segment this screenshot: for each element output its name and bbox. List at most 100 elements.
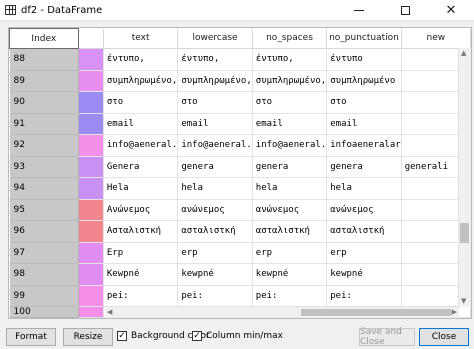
no-spaces-cell[interactable]: email <box>252 113 328 135</box>
scroll-down-icon[interactable]: ▼ <box>461 296 466 307</box>
color-swatch-cell[interactable] <box>78 220 104 243</box>
no-punctuation-cell[interactable]: genera <box>326 156 402 178</box>
no-spaces-cell[interactable]: erp <box>252 242 328 264</box>
lowercase-cell[interactable]: info@aeneral. <box>177 134 253 157</box>
row-index-cell[interactable]: 91 <box>9 113 79 135</box>
text-cell[interactable]: Ανώνεμος <box>103 199 179 221</box>
text-cell[interactable]: Hela <box>103 177 179 200</box>
lowercase-cell[interactable]: έντυπο, <box>177 48 253 71</box>
row-index-cell[interactable]: 89 <box>9 70 79 92</box>
lowercase-cell[interactable]: erp <box>177 242 253 264</box>
lowercase-cell[interactable]: kewpné <box>177 263 253 286</box>
save-and-close-button[interactable]: Save and Close <box>359 327 415 347</box>
text-cell[interactable]: Ασταλιστκή <box>103 220 179 243</box>
row-index-cell[interactable]: 90 <box>9 91 79 114</box>
table-row[interactable]: 98 Kewpné kewpné kewpné kewpné <box>9 263 471 286</box>
no-spaces-cell[interactable]: στο <box>252 91 328 114</box>
row-index-cell[interactable]: 96 <box>9 220 79 243</box>
no-spaces-cell[interactable]: έντυπο, <box>252 48 328 71</box>
row-index-cell[interactable]: 94 <box>9 177 79 200</box>
close-window-button[interactable]: ✕ <box>428 0 474 20</box>
horizontal-scroll-thumb[interactable] <box>301 309 451 316</box>
no-punctuation-cell[interactable]: στο <box>326 91 402 114</box>
text-cell[interactable]: pei: <box>103 285 179 307</box>
text-cell[interactable]: Erp <box>103 242 179 264</box>
table-row[interactable]: 90 στο στο στο στο <box>9 91 471 114</box>
color-swatch-cell[interactable] <box>78 242 104 264</box>
row-index-cell[interactable]: 88 <box>9 48 79 71</box>
no-punctuation-cell[interactable]: kewpné <box>326 263 402 286</box>
format-button[interactable]: Format <box>6 328 56 346</box>
column-header-index[interactable]: Index <box>9 28 79 49</box>
column-header-text[interactable]: text <box>103 28 179 49</box>
close-button[interactable]: Close <box>419 328 469 346</box>
row-index-cell[interactable]: 97 <box>9 242 79 264</box>
no-punctuation-cell[interactable]: συμπληρωμένο <box>326 70 402 92</box>
table-row[interactable]: 91 email email email email <box>9 113 471 135</box>
no-punctuation-cell[interactable]: ασταλιστκή <box>326 220 402 243</box>
scroll-right-icon[interactable]: ▶ <box>452 307 457 318</box>
lowercase-cell[interactable]: στο <box>177 91 253 114</box>
text-cell[interactable]: email <box>103 113 179 135</box>
text-cell[interactable]: έντυπο, <box>103 48 179 71</box>
horizontal-scrollbar[interactable]: ◀ ▶ <box>105 306 459 318</box>
column-minmax-checkbox[interactable]: ✓ Column min/max <box>192 331 283 341</box>
lowercase-cell[interactable]: ανώνεμος <box>177 199 253 221</box>
scroll-up-icon[interactable]: ▲ <box>461 48 466 59</box>
no-spaces-cell[interactable]: hela <box>252 177 328 200</box>
no-punctuation-cell[interactable]: pei: <box>326 285 402 307</box>
no-spaces-cell[interactable]: ανώνεμος <box>252 199 328 221</box>
minimize-button[interactable] <box>336 0 382 20</box>
color-swatch-cell[interactable] <box>78 113 104 135</box>
resize-button[interactable]: Resize <box>63 328 113 346</box>
lowercase-cell[interactable]: pei: <box>177 285 253 307</box>
row-index-cell[interactable]: 93 <box>9 156 79 178</box>
table-row[interactable]: 94 Hela hela hela hela <box>9 177 471 200</box>
color-swatch-cell[interactable] <box>78 156 104 178</box>
no-spaces-cell[interactable]: genera <box>252 156 328 178</box>
no-punctuation-cell[interactable]: hela <box>326 177 402 200</box>
table-row[interactable]: 93 Genera genera genera genera generali <box>9 156 471 178</box>
color-swatch-cell[interactable] <box>78 306 104 318</box>
no-spaces-cell[interactable]: info@aeneral. <box>252 134 328 157</box>
lowercase-cell[interactable]: ασταλιστκή <box>177 220 253 243</box>
color-swatch-cell[interactable] <box>78 134 104 157</box>
table-row[interactable]: 97 Erp erp erp erp <box>9 242 471 264</box>
no-spaces-cell[interactable]: συμπληρωμένο, <box>252 70 328 92</box>
no-punctuation-cell[interactable]: έντυπο <box>326 48 402 71</box>
color-swatch-cell[interactable] <box>78 285 104 307</box>
color-swatch-cell[interactable] <box>78 70 104 92</box>
color-swatch-cell[interactable] <box>78 199 104 221</box>
lowercase-cell[interactable]: genera <box>177 156 253 178</box>
no-punctuation-cell[interactable]: infoaeneralar <box>326 134 402 157</box>
no-punctuation-cell[interactable]: ανώνεμος <box>326 199 402 221</box>
scroll-left-icon[interactable]: ◀ <box>107 307 112 318</box>
no-spaces-cell[interactable]: pei: <box>252 285 328 307</box>
lowercase-cell[interactable]: hela <box>177 177 253 200</box>
vertical-scrollbar[interactable]: ▲ ▼ <box>458 48 471 307</box>
color-swatch-cell[interactable] <box>78 263 104 286</box>
row-index-cell[interactable]: 98 <box>9 263 79 286</box>
column-header-no-spaces[interactable]: no_spaces <box>252 28 328 49</box>
color-swatch-cell[interactable] <box>78 48 104 71</box>
color-swatch-cell[interactable] <box>78 177 104 200</box>
no-punctuation-cell[interactable]: erp <box>326 242 402 264</box>
table-row[interactable]: 92 info@aeneral. info@aeneral. info@aeneral… <box>9 134 471 157</box>
table-row[interactable]: 99 pei: pei: pei: pei: <box>9 285 471 307</box>
text-cell[interactable]: Kewpné <box>103 263 179 286</box>
lowercase-cell[interactable]: συμπληρωμένο, <box>177 70 253 92</box>
color-swatch-cell[interactable] <box>78 91 104 114</box>
no-spaces-cell[interactable]: kewpné <box>252 263 328 286</box>
row-index-cell[interactable]: 99 <box>9 285 79 307</box>
row-index-cell[interactable]: 100 <box>9 306 79 318</box>
table-row[interactable]: 89 συμπληρωμένο, συμπληρωμένο, συμπληρωμένο… <box>9 70 471 92</box>
text-cell[interactable]: στο <box>103 91 179 114</box>
maximize-button[interactable] <box>382 0 428 20</box>
lowercase-cell[interactable]: email <box>177 113 253 135</box>
column-header-new[interactable]: new <box>401 28 471 49</box>
column-header-no-punctuation[interactable]: no_punctuation <box>326 28 402 49</box>
table-row[interactable]: 88 έντυπο, έντυπο, έντυπο, έντυπο <box>9 48 471 71</box>
column-header-color[interactable] <box>78 28 104 49</box>
text-cell[interactable]: Genera <box>103 156 179 178</box>
column-header-lowercase[interactable]: lowercase <box>177 28 253 49</box>
